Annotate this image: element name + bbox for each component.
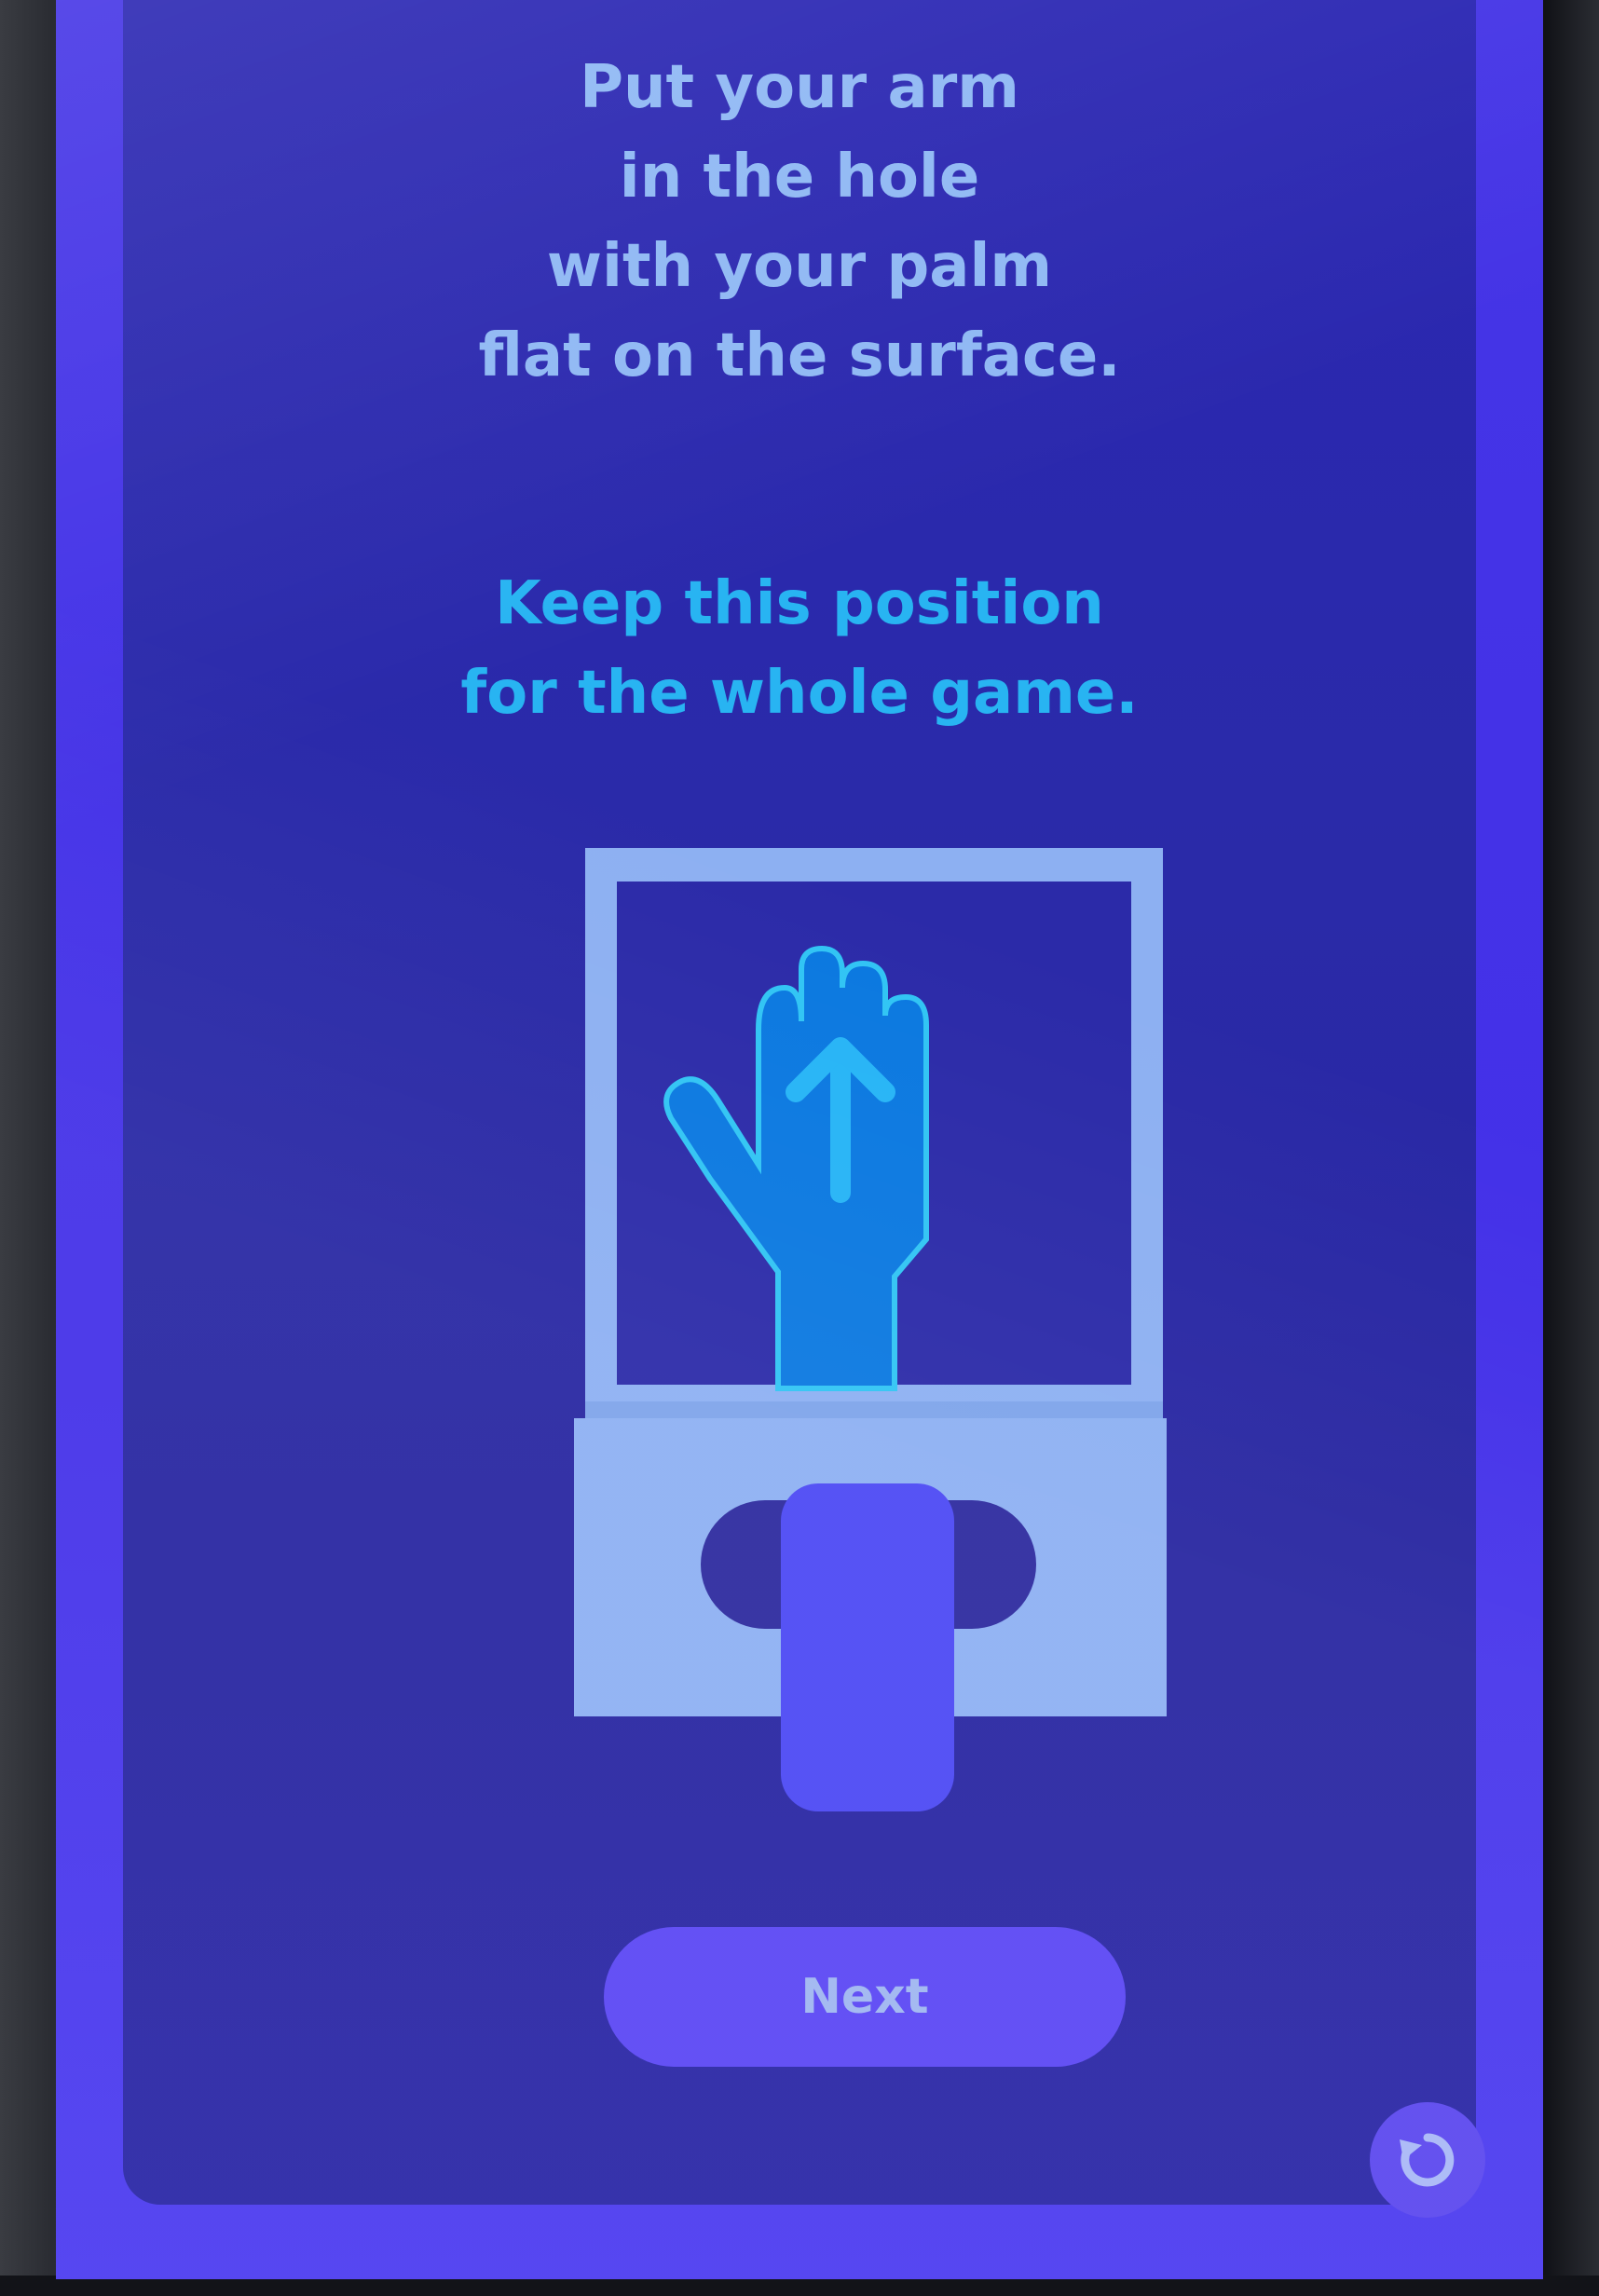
hand-in-hole-illustration: [574, 848, 1167, 1811]
device-bezel-right: [1543, 0, 1599, 2296]
instruction-secondary-text: Keep this position for the whole game.: [460, 569, 1139, 728]
refresh-icon: [1400, 2133, 1455, 2187]
instruction-panel: Put your arm in the hole with your palm …: [123, 0, 1476, 2205]
kiosk-screen: Put your arm in the hole with your palm …: [56, 0, 1543, 2279]
next-button[interactable]: Next: [604, 1927, 1126, 2067]
reset-button[interactable]: [1370, 2102, 1485, 2218]
instruction-primary-text: Put your arm in the hole with your palm …: [478, 53, 1121, 390]
frame-divider: [585, 1401, 1163, 1418]
arm-through-hole: [781, 1483, 954, 1811]
